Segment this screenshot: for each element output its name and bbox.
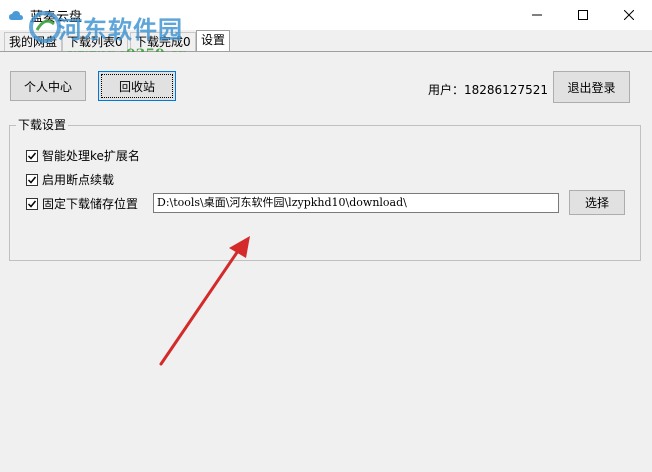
download-path-input[interactable]: D:\tools\桌面\河东软件园\lzypkhd10\download\ (153, 193, 559, 213)
option-label: 启用断点续载 (42, 173, 115, 187)
profile-button[interactable]: 个人中心 (10, 71, 86, 101)
tab-settings[interactable]: 设置 (196, 30, 231, 52)
maximize-button[interactable] (560, 0, 606, 30)
minimize-icon (532, 14, 542, 16)
title-bar: 蓝奏云盘 (0, 0, 652, 30)
checkbox-resume-download[interactable] (26, 173, 38, 186)
close-icon (624, 10, 634, 20)
check-icon (27, 176, 37, 184)
maximize-icon (578, 10, 588, 20)
download-settings-title: 下载设置 (16, 116, 69, 133)
option-smart-extension[interactable]: 智能处理ke扩展名 (26, 147, 140, 164)
recycle-bin-button[interactable]: 回收站 (98, 71, 176, 101)
tab-download-complete[interactable]: 下载完成0 (130, 32, 196, 51)
app-cloud-icon (8, 8, 24, 24)
tab-my-disk[interactable]: 我的网盘 (4, 32, 63, 51)
close-button[interactable] (606, 0, 652, 30)
option-fixed-location[interactable]: 固定下载储存位置 (26, 195, 138, 212)
option-resume-download[interactable]: 启用断点续载 (26, 171, 114, 188)
checkbox-smart-extension[interactable] (26, 149, 38, 162)
tab-download-list[interactable]: 下载列表0 (62, 32, 128, 51)
settings-panel: 个人中心 回收站 用户：18286127521 退出登录 下载设置 智能处理ke… (0, 52, 652, 472)
check-icon (27, 200, 37, 208)
checkbox-fixed-location[interactable] (26, 197, 38, 210)
logout-button[interactable]: 退出登录 (553, 71, 630, 103)
choose-folder-button[interactable]: 选择 (569, 190, 625, 215)
user-account-label: 用户：18286127521 (428, 83, 548, 97)
tab-strip: 我的网盘 下载列表0 下载完成0 设置 (0, 30, 652, 52)
check-icon (27, 152, 37, 160)
option-label: 智能处理ke扩展名 (42, 149, 140, 163)
option-label: 固定下载储存位置 (42, 197, 139, 211)
minimize-button[interactable] (514, 0, 560, 30)
window-title: 蓝奏云盘 (30, 10, 83, 25)
